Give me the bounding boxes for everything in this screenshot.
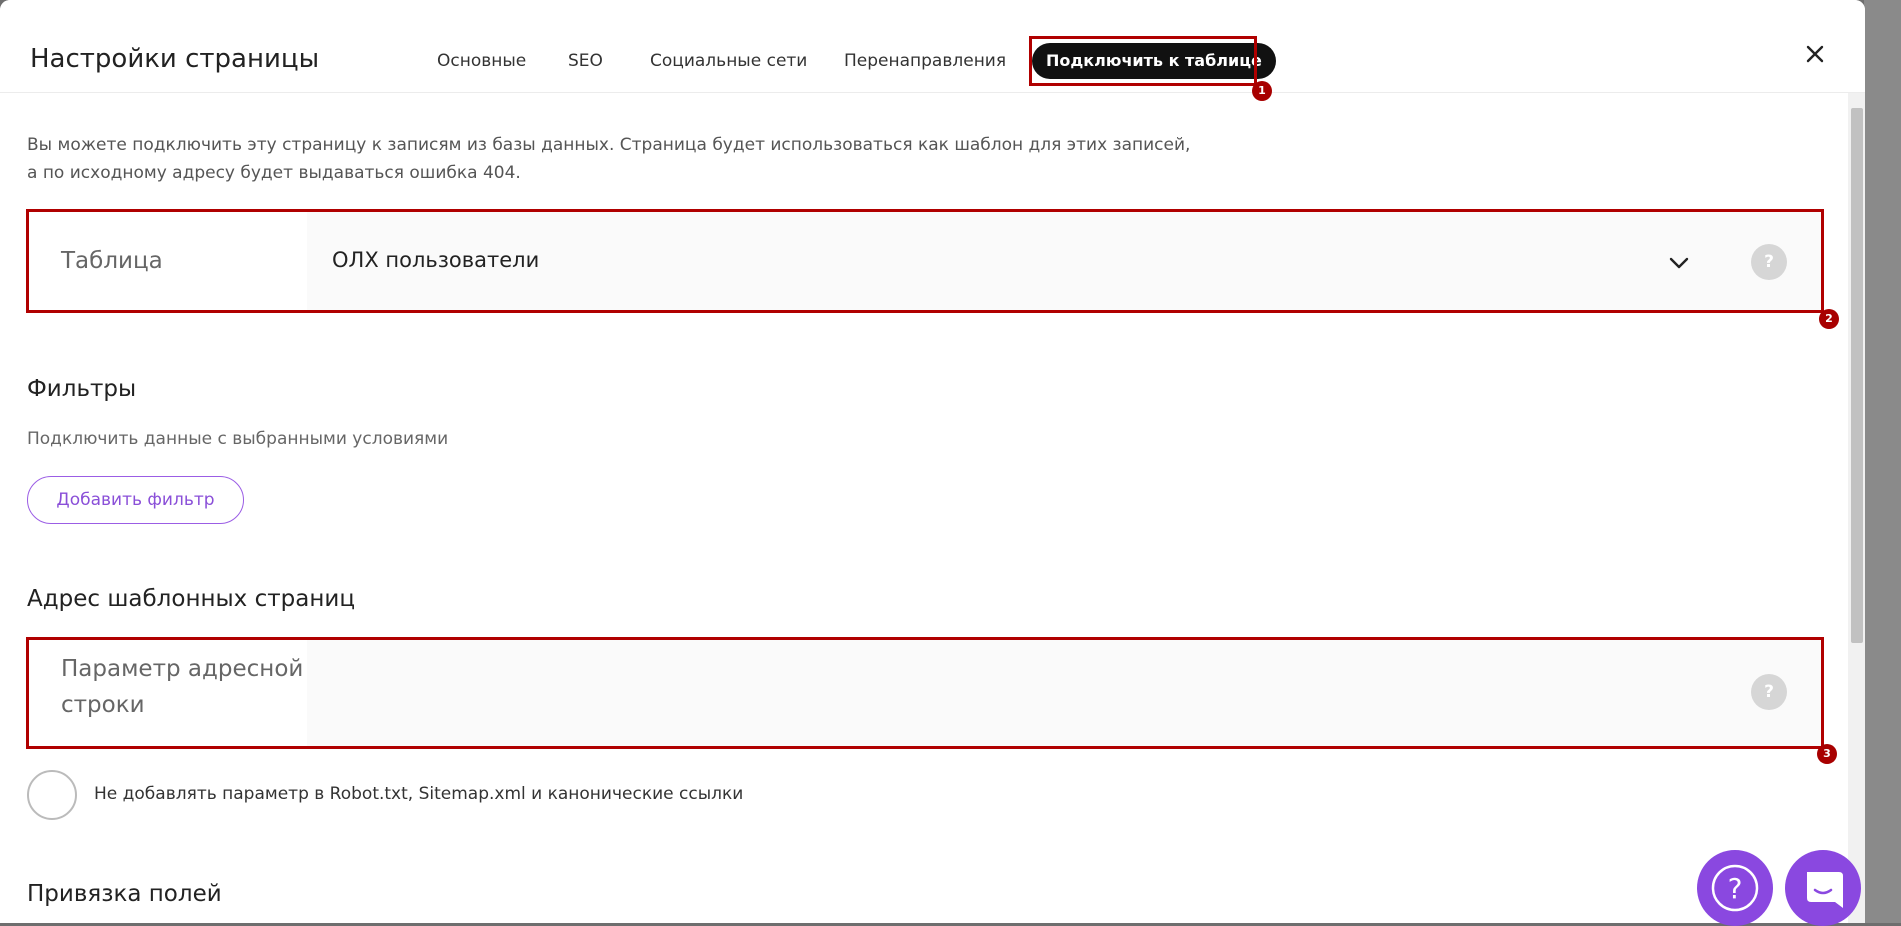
filters-title: Фильтры [27, 376, 137, 402]
field-binding-title: Привязка полей [27, 881, 222, 907]
scrollbar-thumb[interactable] [1851, 108, 1863, 643]
close-button[interactable] [1801, 40, 1829, 68]
page-title: Настройки страницы [30, 44, 320, 74]
intro-line-2: а по исходному адресу будет выдаваться о… [27, 163, 521, 183]
robots-exclude-label: Не добавлять параметр в Robot.txt, Sitem… [94, 784, 744, 804]
modal-header: Настройки страницы Основные SEO Социальн… [0, 0, 1865, 93]
close-icon [1806, 45, 1824, 63]
question-circle-icon: ? [1711, 864, 1759, 912]
chevron-down-icon[interactable] [1668, 256, 1690, 270]
annotation-badge-3: 3 [1817, 744, 1837, 764]
tab-redirects[interactable]: Перенаправления [844, 49, 1006, 73]
help-fab[interactable]: ? [1697, 850, 1773, 926]
table-label: Таблица [61, 248, 163, 274]
template-address-title: Адрес шаблонных страниц [27, 586, 355, 612]
url-param-row: Параметр адресной строки ? [27, 638, 1822, 746]
url-param-input[interactable] [307, 638, 1713, 746]
table-select[interactable]: ОЛХ пользователи [332, 248, 1712, 308]
page-settings-modal: Настройки страницы Основные SEO Социальн… [0, 0, 1865, 923]
table-select-value: ОЛХ пользователи [332, 248, 540, 272]
robots-exclude-checkbox[interactable] [27, 770, 77, 820]
url-param-label: Параметр адресной строки [61, 656, 304, 718]
chat-bubble-icon [1807, 872, 1843, 908]
add-filter-button[interactable]: Добавить фильтр [27, 476, 244, 524]
help-icon[interactable]: ? [1751, 674, 1787, 710]
tab-connect-table[interactable]: Подключить к таблице [1032, 43, 1276, 79]
backdrop [1864, 0, 1901, 923]
tab-social[interactable]: Социальные сети [650, 49, 807, 73]
chat-fab[interactable] [1785, 850, 1861, 926]
filters-subtitle: Подключить данные с выбранными условиями [27, 429, 449, 449]
settings-content[interactable]: Вы можете подключить эту страницу к запи… [0, 93, 1848, 923]
tab-main[interactable]: Основные [437, 49, 526, 73]
help-icon[interactable]: ? [1751, 244, 1787, 280]
annotation-badge-2: 2 [1819, 309, 1839, 329]
table-select-row: Таблица ОЛХ пользователи ? [27, 212, 1822, 311]
annotation-badge-1: 1 [1252, 81, 1272, 101]
intro-line-1: Вы можете подключить эту страницу к запи… [27, 135, 1191, 155]
intro-text: Вы можете подключить эту страницу к запи… [27, 131, 1190, 187]
tab-seo[interactable]: SEO [568, 49, 603, 73]
svg-text:?: ? [1728, 872, 1743, 905]
